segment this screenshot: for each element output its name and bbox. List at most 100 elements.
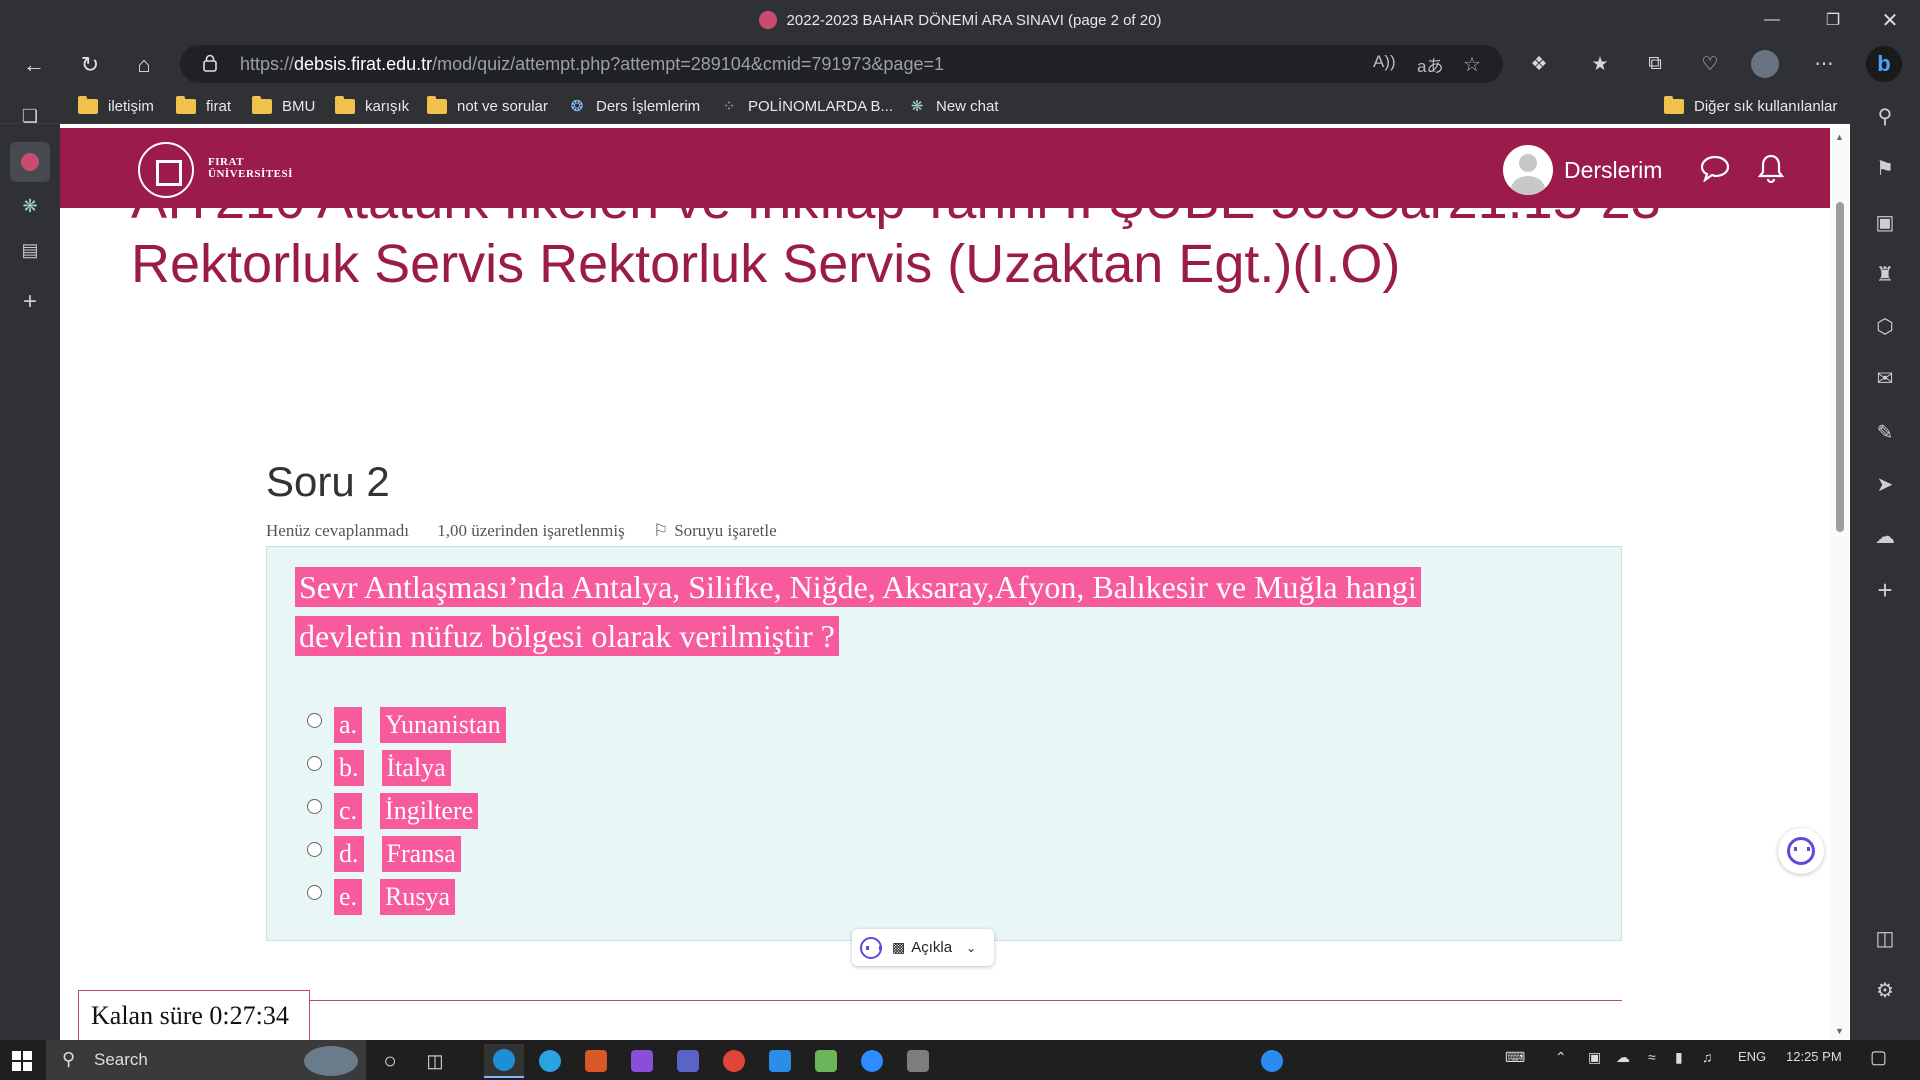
flag-question-link[interactable]: ⚐ Soruyu işaretle (653, 521, 801, 540)
answer-option-a[interactable]: a. Yunanistan (307, 707, 506, 743)
floating-copilot-button[interactable] (1778, 828, 1824, 874)
scroll-down-arrow-icon[interactable]: ▼ (1835, 1026, 1844, 1036)
tab-calendar-icon[interactable]: ▤ (10, 230, 50, 270)
outlook-icon[interactable]: ✉ (1865, 358, 1905, 398)
new-tab-plus-icon[interactable]: + (10, 282, 50, 322)
home-icon[interactable]: ⌂ (126, 47, 162, 83)
tab-chatgpt[interactable]: ❋ (10, 186, 50, 226)
bookmark-new-chat[interactable]: ❋ New chat (908, 96, 999, 116)
my-courses-link[interactable]: Derslerim (1564, 157, 1662, 184)
bing-copilot-icon[interactable]: b (1866, 46, 1902, 82)
tab-quiz-page[interactable] (10, 142, 50, 182)
chevron-down-icon[interactable]: ⌄ (966, 941, 976, 955)
collections-icon[interactable]: ⧉ (1639, 48, 1671, 80)
profile-avatar-icon[interactable] (1749, 48, 1781, 80)
tray-language[interactable]: ENG (1738, 1049, 1766, 1064)
tray-show-hidden-icon[interactable]: ⌃ (1555, 1049, 1567, 1066)
taskbar-notepad-icon[interactable] (806, 1044, 846, 1078)
scroll-up-arrow-icon[interactable]: ▲ (1835, 132, 1844, 142)
windows-taskbar: ⚲ Search ○ ◫ ⌨ ⌃ ▣ ☁ ≈ ▮ ♫ ENG 12:25 PM … (0, 1040, 1920, 1080)
taskbar-search-box[interactable]: ⚲ Search (46, 1040, 366, 1080)
taskbar-zoom-icon[interactable] (852, 1044, 892, 1078)
question-heading: Soru 2 (266, 458, 390, 505)
answer-radio[interactable] (307, 884, 322, 900)
tray-clock[interactable]: 12:25 PM (1786, 1049, 1842, 1064)
send-icon[interactable]: ➤ (1865, 464, 1905, 504)
taskbar-calculator-icon[interactable] (898, 1044, 938, 1078)
user-avatar[interactable] (1503, 145, 1553, 195)
answer-option-c[interactable]: c. İngiltere (307, 793, 479, 829)
tray-volume-icon[interactable]: ♫ (1702, 1049, 1713, 1065)
section-divider (310, 1000, 1622, 1001)
back-arrow-icon[interactable]: ← (16, 47, 52, 83)
answer-option-e[interactable]: e. Rusya (307, 879, 456, 915)
shopping-tag-icon[interactable]: ⚑ (1865, 148, 1905, 188)
drop-icon[interactable]: ☁ (1865, 516, 1905, 556)
bookmark-folder-iletisim[interactable]: iletişim (78, 95, 154, 116)
tab-actions-icon[interactable]: ❏ (10, 96, 50, 136)
bookmark-folder-not-ve-sorular[interactable]: not ve sorular (427, 95, 548, 116)
tray-keyboard-icon[interactable]: ⌨ (1505, 1049, 1525, 1066)
cortana-circle-icon[interactable]: ○ (370, 1044, 410, 1078)
games-icon[interactable]: ♜ (1865, 254, 1905, 294)
bookmark-polinomlarda[interactable]: ⁘ POLİNOMLARDA B... (720, 96, 893, 116)
translate-icon[interactable]: aあ (1417, 52, 1443, 77)
answer-radio[interactable] (307, 755, 322, 771)
close-button[interactable]: ✕ (1862, 0, 1918, 40)
chat-bubble-icon[interactable] (1697, 150, 1733, 186)
bookmark-folder-firat[interactable]: firat (176, 95, 231, 116)
read-aloud-icon[interactable]: A)) (1373, 52, 1396, 72)
answer-radio[interactable] (307, 841, 322, 857)
taskbar-video-editor-icon[interactable] (622, 1044, 662, 1078)
search-icon[interactable]: ⚲ (1865, 96, 1905, 136)
task-view-icon[interactable]: ◫ (415, 1044, 455, 1078)
answer-radio[interactable] (307, 712, 322, 728)
tray-meet-icon[interactable]: ▣ (1588, 1049, 1601, 1066)
answer-radio[interactable] (307, 798, 322, 814)
tray-battery-icon[interactable]: ▮ (1675, 1049, 1683, 1066)
dotted-circle-icon: ⁘ (722, 98, 736, 115)
university-logo-icon[interactable] (138, 142, 194, 198)
more-options-icon[interactable]: ⋯ (1808, 48, 1840, 80)
taskbar-help-icon[interactable] (1252, 1044, 1292, 1078)
scrollbar-thumb[interactable] (1836, 202, 1844, 532)
microsoft-365-icon[interactable]: ⬡ (1865, 306, 1905, 346)
address-bar[interactable]: https://debsis.firat.edu.tr/mod/quiz/att… (180, 45, 1503, 83)
add-sidebar-app-icon[interactable]: + (1865, 570, 1905, 610)
minimize-button[interactable]: — (1744, 0, 1800, 40)
tray-wifi-icon[interactable]: ≈ (1648, 1049, 1656, 1065)
extensions-icon[interactable]: ❖ (1523, 48, 1555, 80)
taskbar-vscode-icon[interactable] (760, 1044, 800, 1078)
taskbar-telegram-icon[interactable] (530, 1044, 570, 1078)
favorites-icon[interactable]: ★ (1584, 48, 1616, 80)
restore-button[interactable]: ❐ (1805, 0, 1861, 40)
notification-center-icon[interactable]: ▢ (1870, 1047, 1887, 1068)
bookmark-other-favorites[interactable]: Diğer sık kullanılanlar (1664, 95, 1837, 116)
browser-essentials-icon[interactable]: ♡ (1694, 48, 1726, 80)
tools-briefcase-icon[interactable]: ▣ (1865, 202, 1905, 242)
explain-button[interactable]: Açıkla (911, 939, 952, 956)
explain-popup[interactable]: ▩ Açıkla ⌄ (852, 929, 994, 966)
taskbar-teams-icon[interactable] (668, 1044, 708, 1078)
hide-sidebar-icon[interactable]: ◫ (1865, 918, 1905, 958)
answer-option-b[interactable]: b. İtalya (307, 750, 451, 786)
bookmark-ders-islemlerim[interactable]: ❂ Ders İşlemlerim (568, 96, 700, 116)
bookmark-folder-bmu[interactable]: BMU (252, 95, 315, 116)
site-header: FIRAT ÜNİVERSİTESİ Derslerim (60, 128, 1830, 208)
flag-icon: ⚐ (652, 521, 669, 540)
notification-bell-icon[interactable] (1753, 150, 1789, 186)
bookmark-folder-karisik[interactable]: karışık (335, 95, 409, 116)
settings-gear-icon[interactable]: ⚙ (1865, 970, 1905, 1010)
add-favorite-icon[interactable]: ☆ (1463, 52, 1481, 77)
answer-option-d[interactable]: d. Fransa (307, 836, 461, 872)
folder-icon (335, 95, 355, 114)
tray-cloud-icon[interactable]: ☁ (1616, 1049, 1630, 1066)
taskbar-app-icon[interactable] (576, 1044, 616, 1078)
taskbar-chrome-icon[interactable] (714, 1044, 754, 1078)
windows-start-icon[interactable] (12, 1051, 32, 1071)
refresh-icon[interactable]: ↻ (72, 47, 108, 83)
page-scrollbar[interactable]: ▲ ▼ (1830, 128, 1850, 1040)
designer-icon[interactable]: ✎ (1865, 412, 1905, 452)
url-text[interactable]: https://debsis.firat.edu.tr/mod/quiz/att… (240, 54, 944, 75)
taskbar-edge-icon[interactable] (484, 1044, 524, 1078)
